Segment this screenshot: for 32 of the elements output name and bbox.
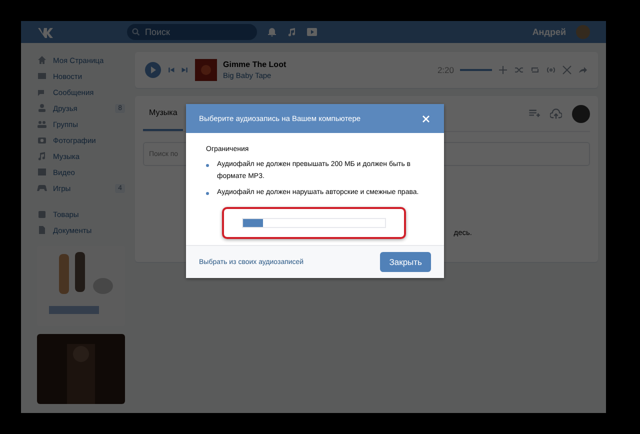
bullet-icon xyxy=(206,164,209,167)
gamepad-icon xyxy=(37,183,47,193)
bell-icon[interactable] xyxy=(267,27,277,37)
next-icon[interactable] xyxy=(181,66,189,74)
play-button[interactable] xyxy=(145,62,161,78)
repeat-icon[interactable] xyxy=(530,65,540,75)
add-to-list-icon[interactable] xyxy=(528,108,540,120)
camera-icon xyxy=(37,135,47,145)
broadcast-icon[interactable] xyxy=(546,65,556,75)
logo-icon[interactable] xyxy=(37,26,55,38)
close-button[interactable]: Закрыть xyxy=(380,252,431,272)
album-cover-icon xyxy=(195,59,217,81)
music-note-icon[interactable] xyxy=(287,27,297,37)
shuffle-icon[interactable] xyxy=(514,65,524,75)
share-icon[interactable] xyxy=(578,65,588,75)
person-icon xyxy=(37,103,47,113)
document-icon xyxy=(37,225,47,235)
play-icon[interactable] xyxy=(307,27,317,37)
people-icon xyxy=(37,119,47,129)
track-title: Gimme The Loot xyxy=(223,60,286,69)
previous-icon[interactable] xyxy=(167,66,175,74)
home-icon xyxy=(37,55,47,65)
avatar[interactable] xyxy=(572,104,590,122)
bullet-icon xyxy=(206,192,209,195)
chat-icon xyxy=(37,87,47,97)
upload-cloud-icon[interactable] xyxy=(550,108,562,120)
search-field[interactable]: Поиск xyxy=(127,24,257,40)
close-icon[interactable] xyxy=(421,114,431,124)
user-name[interactable]: Андрей xyxy=(532,27,566,37)
tab[interactable]: Музыка xyxy=(143,96,184,131)
plus-icon[interactable] xyxy=(498,65,508,75)
music-note-icon xyxy=(37,151,47,161)
